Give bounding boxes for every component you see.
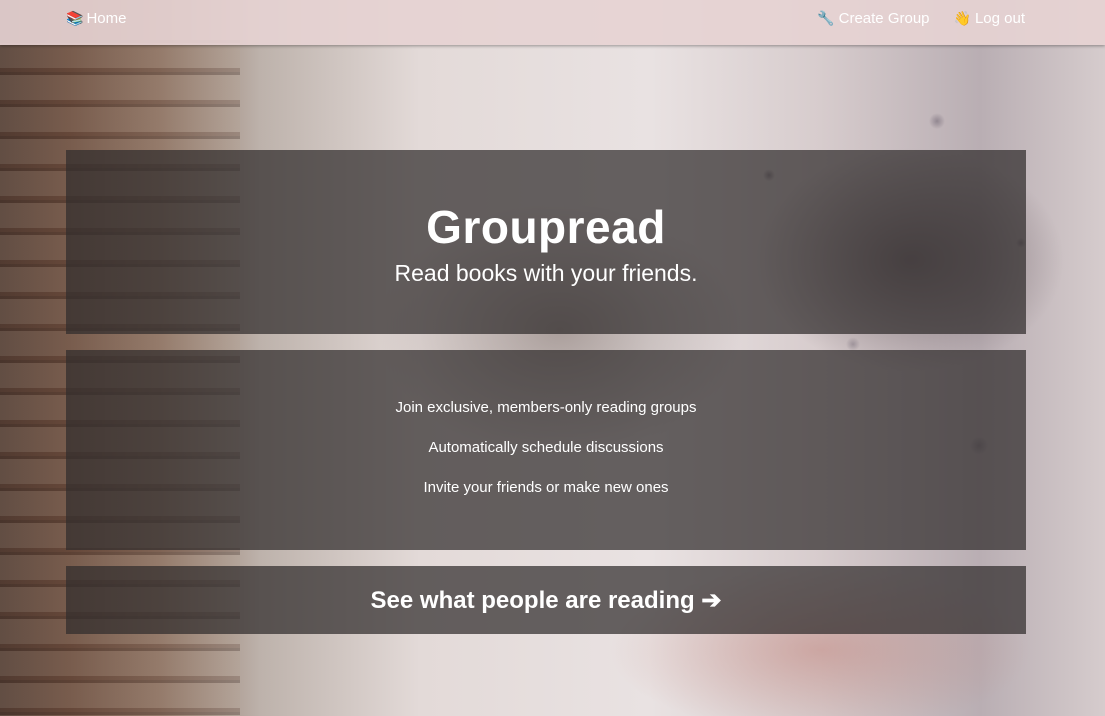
features-panel: Join exclusive, members-only reading gro… <box>66 350 1026 550</box>
page-title: Groupread <box>426 201 666 253</box>
cta-panel: See what people are reading ➔ <box>66 566 1026 634</box>
nav-logout-link[interactable]: 👋 Log out <box>954 10 1025 27</box>
feature-item: Invite your friends or make new ones <box>423 479 669 496</box>
nav-logout-label: Log out <box>974 10 1025 27</box>
nav-home-label: Home <box>86 10 127 27</box>
feature-item: Automatically schedule discussions <box>428 439 664 456</box>
feature-item: Join exclusive, members-only reading gro… <box>395 399 697 416</box>
wave-icon: 👋 <box>953 10 971 26</box>
top-navbar: 📚 Home 🔧 Create Group 👋 Log out <box>0 0 1105 45</box>
nav-create-group-link[interactable]: 🔧 Create Group <box>817 10 929 27</box>
nav-right-links: 🔧 Create Group 👋 Log out <box>817 10 1025 27</box>
books-icon: 📚 <box>66 10 84 26</box>
hero-panel: Groupread Read books with your friends. <box>66 150 1026 334</box>
page-subtitle: Read books with your friends. <box>394 260 698 286</box>
nav-home-link[interactable]: 📚 Home <box>66 10 126 27</box>
wrench-icon: 🔧 <box>817 10 835 26</box>
arrow-right-icon: ➔ <box>701 586 722 614</box>
see-reading-link[interactable]: See what people are reading ➔ <box>371 586 722 615</box>
see-reading-label: See what people are reading <box>370 586 695 614</box>
nav-create-group-label: Create Group <box>838 10 930 27</box>
feature-list: Join exclusive, members-only reading gro… <box>66 398 1026 498</box>
